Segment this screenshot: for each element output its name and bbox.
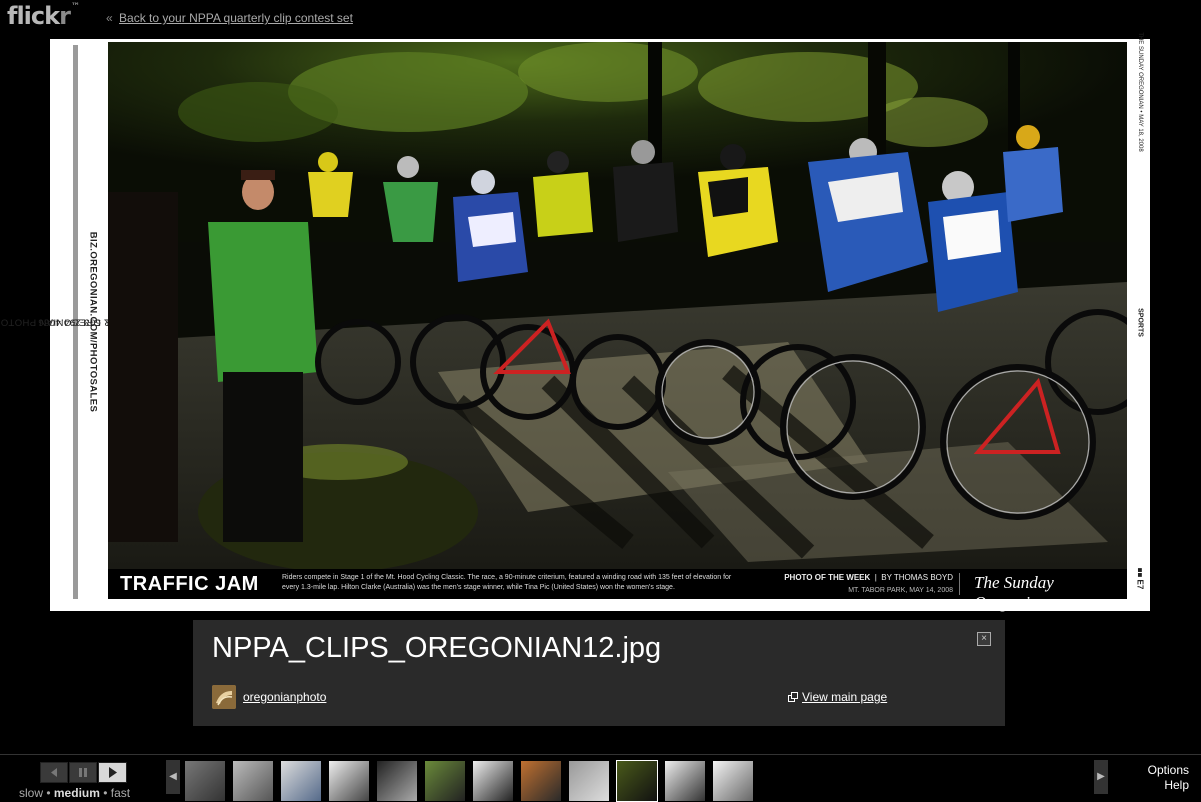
close-icon[interactable]: × [977, 632, 991, 646]
folio-page: ■■ E7 [1135, 567, 1145, 590]
photo-sales-note: TO BUY THIS PHOTO OR OTHER OREGONIAN PHO… [0, 45, 263, 599]
view-main-page-label: View main page [802, 690, 888, 704]
avatar-image [212, 685, 236, 709]
thumbnail[interactable] [328, 760, 370, 802]
photographer-byline: BY THOMAS BOYD [881, 573, 953, 582]
photo-credit: PHOTO OF THE WEEK | BY THOMAS BOYD MT. T… [784, 573, 953, 594]
back-to-set-link[interactable]: Back to your NPPA quarterly clip contest… [119, 11, 353, 25]
pause-icon [79, 768, 87, 777]
caption-divider [959, 573, 960, 595]
folio-section: SPORTS [1136, 308, 1144, 337]
main-photo[interactable]: TO BUY THIS PHOTO OR OTHER OREGONIAN PHO… [0, 32, 1150, 612]
filmstrip [184, 760, 754, 802]
filmstrip-right-arrow[interactable]: ▶ [1094, 760, 1108, 794]
help-link[interactable]: Help [1148, 778, 1189, 793]
photo-location: MT. TABOR PARK, MAY 14, 2008 [848, 587, 953, 594]
thumbnail[interactable] [280, 760, 322, 802]
photo-info-panel: NPPA_CLIPS_OREGONIAN12.jpg × oregonianph… [193, 620, 1005, 726]
page-folio: THE SUNDAY OREGONIAN • MAY 18, 2008 SPOR… [1133, 32, 1147, 611]
folio-date: THE SUNDAY OREGONIAN • MAY 18, 2008 [1137, 32, 1143, 152]
thumbnail[interactable] [184, 760, 226, 802]
speed-selector: slow • medium • fast [19, 786, 131, 800]
thumbnail[interactable] [424, 760, 466, 802]
back-navigation: « Back to your NPPA quarterly clip conte… [106, 11, 353, 25]
play-button[interactable] [98, 762, 127, 783]
thumbnail[interactable] [664, 760, 706, 802]
owner-link[interactable]: oregonianphoto [243, 690, 326, 704]
previous-button[interactable] [40, 762, 68, 783]
flickr-logo[interactable]: flickr™ [7, 2, 80, 32]
external-link-icon [788, 692, 798, 702]
logo-text: flick [7, 2, 60, 30]
slideshow-controls: slow • medium • fast ◀ ▶ Options Help [0, 754, 1201, 802]
speed-slow[interactable]: slow [19, 786, 43, 800]
options-menu: Options Help [1148, 763, 1189, 793]
previous-icon [51, 768, 57, 777]
thumbnail[interactable] [472, 760, 514, 802]
view-main-page-link[interactable]: View main page [788, 690, 887, 704]
filmstrip-left-arrow[interactable]: ◀ [166, 760, 180, 794]
photo-of-week-label: PHOTO OF THE WEEK [784, 573, 871, 582]
speed-fast[interactable]: fast [111, 786, 130, 800]
thumbnail[interactable] [520, 760, 562, 802]
thumbnail[interactable] [376, 760, 418, 802]
back-arrow-icon: « [106, 11, 113, 25]
speed-medium[interactable]: medium [54, 786, 100, 800]
pause-button[interactable] [69, 762, 97, 783]
play-icon [109, 767, 117, 778]
options-link[interactable]: Options [1148, 763, 1189, 778]
caption-title: TRAFFIC JAM [120, 573, 259, 595]
caption-body: Riders compete in Stage 1 of the Mt. Hoo… [282, 574, 732, 591]
newspaper-masthead: The Sunday Oregonian [974, 573, 1054, 612]
caption-strip: TRAFFIC JAM Riders compete in Stage 1 of… [108, 569, 1127, 612]
thumbnail[interactable] [232, 760, 274, 802]
thumbnail[interactable] [712, 760, 754, 802]
logo-trademark: ™ [70, 2, 80, 12]
owner-avatar[interactable] [212, 685, 236, 709]
thumbnail[interactable] [568, 760, 610, 802]
photo-filename: NPPA_CLIPS_OREGONIAN12.jpg [212, 632, 662, 664]
logo-r: r [59, 2, 71, 30]
thumbnail-selected[interactable] [616, 760, 658, 802]
cyclists-photograph [108, 42, 1127, 569]
